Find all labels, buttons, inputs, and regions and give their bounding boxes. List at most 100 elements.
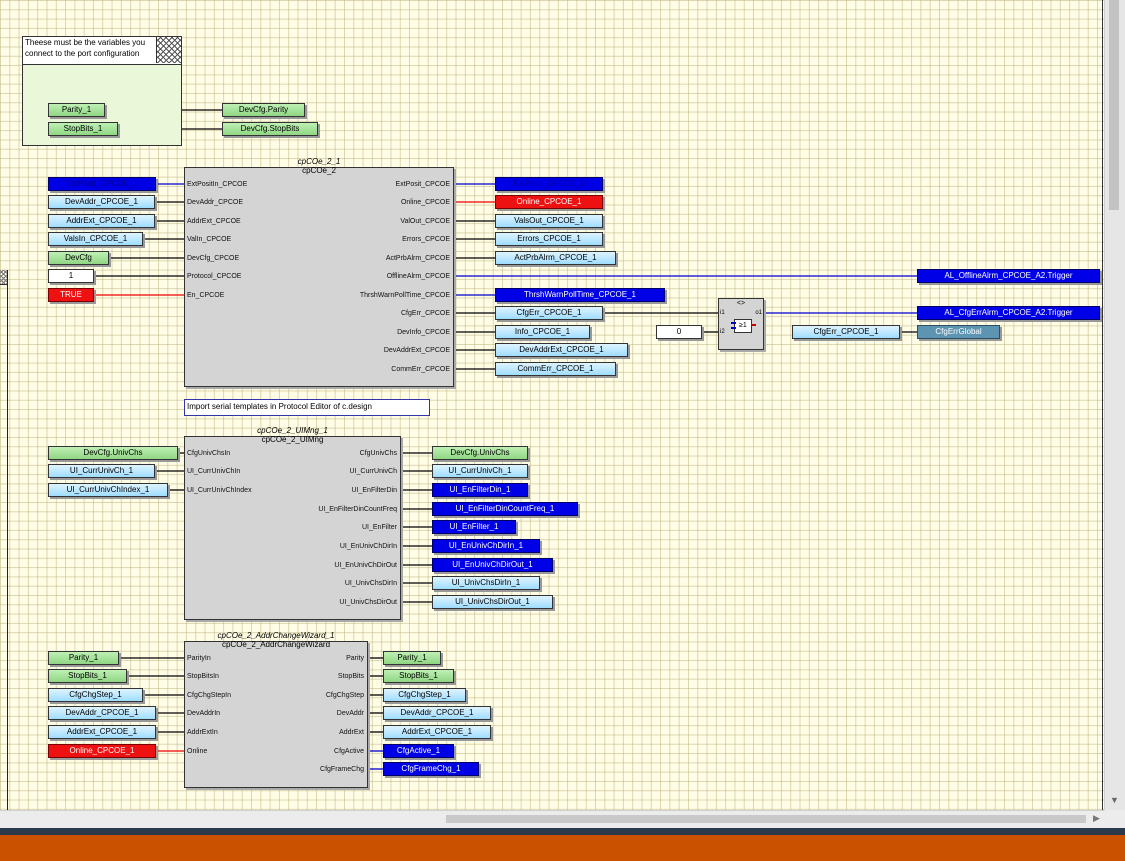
var-stopbits[interactable]: StopBits_1 bbox=[48, 122, 118, 136]
horizontal-scroll-thumb[interactable] bbox=[446, 815, 1086, 823]
pin-out[interactable]: CfgChgStep bbox=[326, 692, 364, 700]
pin-in[interactable]: UI_CurrUnivChIndex bbox=[187, 487, 252, 495]
pin-out[interactable]: CommErr_CPCOE bbox=[391, 366, 450, 374]
pin-in[interactable]: ValIn_CPCOE bbox=[187, 236, 231, 244]
pin-in[interactable]: ExtPositIn_CPCOE bbox=[187, 181, 247, 189]
var-ui-enfilterdincountfreq[interactable]: UI_EnFilterDinCountFreq_1 bbox=[432, 502, 578, 516]
scroll-down-icon[interactable]: ▼ bbox=[1110, 795, 1119, 805]
pin-out[interactable]: UI_CurrUnivCh bbox=[350, 468, 397, 476]
pin-out[interactable]: UI_EnFilter bbox=[362, 524, 397, 532]
var-devcfg-univchs-out[interactable]: DevCfg.UnivChs bbox=[432, 446, 528, 460]
var-ui-enunivchdirout[interactable]: UI_EnUnivChDirOut_1 bbox=[432, 558, 553, 572]
pin-out[interactable]: ExtPosit_CPCOE bbox=[396, 181, 450, 189]
pin-out[interactable]: DevAddr bbox=[337, 710, 364, 718]
var-ui-enfilter[interactable]: UI_EnFilter_1 bbox=[432, 520, 516, 534]
var-online-in[interactable]: Online_CPCOE_1 bbox=[48, 744, 156, 758]
pin-in[interactable]: DevCfg_CPCOE bbox=[187, 255, 239, 263]
pin-in[interactable]: CfgChgStepIn bbox=[187, 692, 231, 700]
pin-out[interactable]: CfgUnivChs bbox=[360, 450, 397, 458]
pin-out[interactable]: StopBits bbox=[338, 673, 364, 681]
pin-out[interactable]: ActPrbAlrm_CPCOE bbox=[386, 255, 450, 263]
var-extposit-in[interactable]: ExtPosit_CPCOE_1 bbox=[48, 177, 156, 191]
var-parity-out[interactable]: Parity_1 bbox=[383, 651, 441, 665]
pin-out[interactable]: UI_EnFilterDin bbox=[351, 487, 397, 495]
pin-out[interactable]: Parity bbox=[346, 655, 364, 663]
var-addrext[interactable]: AddrExt_CPCOE_1 bbox=[48, 214, 155, 228]
pin-in[interactable]: CfgUnivChsIn bbox=[187, 450, 230, 458]
var-cfgerrglobal[interactable]: CfgErrGlobal bbox=[917, 325, 1000, 339]
var-valsin[interactable]: ValsIn_CPCOE_1 bbox=[48, 232, 143, 246]
pin-out[interactable]: ThrshWarnPollTime_CPCOE bbox=[360, 292, 450, 300]
const-zero[interactable]: 0 bbox=[656, 325, 702, 339]
pin-in[interactable]: StopBitsIn bbox=[187, 673, 219, 681]
var-devaddrext[interactable]: DevAddrExt_CPCOE_1 bbox=[495, 343, 628, 357]
var-parity[interactable]: Parity_1 bbox=[48, 103, 105, 117]
var-addrext-in[interactable]: AddrExt_CPCOE_1 bbox=[48, 725, 156, 739]
pin-out[interactable]: Online_CPCOE bbox=[401, 199, 450, 207]
var-cfgerr-2[interactable]: CfgErr_CPCOE_1 bbox=[792, 325, 900, 339]
pin-in[interactable]: i2 bbox=[720, 329, 725, 335]
var-cfgchgstep-out[interactable]: CfgChgStep_1 bbox=[383, 688, 466, 702]
var-online[interactable]: Online_CPCOE_1 bbox=[495, 195, 603, 209]
const-protocol[interactable]: 1 bbox=[48, 269, 94, 283]
pin-out[interactable]: CfgFrameChg bbox=[320, 766, 364, 774]
var-devcfg-univchs-in[interactable]: DevCfg.UnivChs bbox=[48, 446, 178, 460]
pin-out[interactable]: o1 bbox=[755, 310, 762, 316]
var-ui-enfilterdin[interactable]: UI_EnFilterDin_1 bbox=[432, 483, 528, 497]
pin-out[interactable]: CfgErr_CPCOE bbox=[401, 310, 450, 318]
var-addrext-out[interactable]: AddrExt_CPCOE_1 bbox=[383, 725, 491, 739]
diagram-canvas[interactable]: Theese must be the variables you connect… bbox=[0, 0, 1104, 810]
var-ui-univchsdirin[interactable]: UI_UnivChsDirIn_1 bbox=[432, 576, 540, 590]
var-cfgchgstep-in[interactable]: CfgChgStep_1 bbox=[48, 688, 143, 702]
pin-out[interactable]: OfflineAlrm_CPCOE bbox=[387, 273, 450, 281]
var-commerr[interactable]: CommErr_CPCOE_1 bbox=[495, 362, 616, 376]
pin-in[interactable]: i1 bbox=[720, 310, 725, 316]
pin-out[interactable]: AddrExt bbox=[339, 729, 364, 737]
var-thrshwarnpolltime[interactable]: ThrshWarnPollTime_CPCOE_1 bbox=[495, 288, 665, 302]
pin-in[interactable]: ParityIn bbox=[187, 655, 211, 663]
pin-out[interactable]: UI_EnUnivChDirIn bbox=[340, 543, 397, 551]
var-info[interactable]: Info_CPCOE_1 bbox=[495, 325, 590, 339]
pin-out[interactable]: UI_EnUnivChDirOut bbox=[334, 562, 397, 570]
scroll-right-icon[interactable]: ▶ bbox=[1093, 813, 1100, 824]
var-extposit-out[interactable]: ExtPosit_CPCOE_1 bbox=[495, 177, 603, 191]
vertical-scrollbar[interactable]: ▼ bbox=[1104, 0, 1125, 810]
horizontal-scrollbar[interactable]: ▶ bbox=[0, 810, 1104, 828]
var-parity-in[interactable]: Parity_1 bbox=[48, 651, 119, 665]
pin-out[interactable]: DevAddrExt_CPCOE bbox=[384, 347, 450, 355]
var-cfgerr[interactable]: CfgErr_CPCOE_1 bbox=[495, 306, 603, 320]
var-devcfg-stopbits[interactable]: DevCfg.StopBits bbox=[222, 122, 318, 136]
pin-in[interactable]: AddrExtIn bbox=[187, 729, 218, 737]
pin-in[interactable]: UI_CurrUnivChIn bbox=[187, 468, 240, 476]
var-devcfg-parity[interactable]: DevCfg.Parity bbox=[222, 103, 305, 117]
var-actprbalrm[interactable]: ActPrbAlrm_CPCOE_1 bbox=[495, 251, 616, 265]
pin-in[interactable]: Online bbox=[187, 748, 207, 756]
var-cfgframechg[interactable]: CfgFrameChg_1 bbox=[383, 762, 479, 776]
pin-out[interactable]: DevInfo_CPCOE bbox=[397, 329, 450, 337]
var-cfgerralrm-trigger[interactable]: AL_CfgErrAlrm_CPCOE_A2.Trigger bbox=[917, 306, 1100, 320]
var-ui-enunivchdirin[interactable]: UI_EnUnivChDirIn_1 bbox=[432, 539, 540, 553]
var-devaddr-out[interactable]: DevAddr_CPCOE_1 bbox=[383, 706, 491, 720]
pin-out[interactable]: UI_EnFilterDinCountFreq bbox=[318, 506, 397, 514]
uimng-block[interactable]: cpCOe_2_UIMng_1 cpCOe_2_UIMng CfgUnivChs… bbox=[184, 426, 401, 620]
var-offlinealrm-trigger[interactable]: AL_OfflineAlrm_CPCOE_A2.Trigger bbox=[917, 269, 1100, 283]
var-ui-univchsdirout[interactable]: UI_UnivChsDirOut_1 bbox=[432, 595, 553, 609]
var-devaddr[interactable]: DevAddr_CPCOE_1 bbox=[48, 195, 155, 209]
var-ui-currunivchindex[interactable]: UI_CurrUnivChIndex_1 bbox=[48, 483, 168, 497]
or-function-block[interactable]: <> i1 i2 o1 ≥1 bbox=[718, 298, 764, 350]
var-ui-currunivch-in[interactable]: UI_CurrUnivCh_1 bbox=[48, 464, 155, 478]
var-errors[interactable]: Errors_CPCOE_1 bbox=[495, 232, 603, 246]
vertical-scroll-thumb[interactable] bbox=[1109, 0, 1119, 210]
pin-out[interactable]: Errors_CPCOE bbox=[402, 236, 450, 244]
var-valsout[interactable]: ValsOut_CPCOE_1 bbox=[495, 214, 603, 228]
var-devcfg[interactable]: DevCfg bbox=[48, 251, 109, 265]
pin-in[interactable]: DevAddr_CPCOE bbox=[187, 199, 243, 207]
pin-in[interactable]: DevAddrIn bbox=[187, 710, 220, 718]
var-ui-currunivch-out[interactable]: UI_CurrUnivCh_1 bbox=[432, 464, 528, 478]
pin-out[interactable]: UI_UnivChsDirOut bbox=[339, 599, 397, 607]
const-true[interactable]: TRUE bbox=[48, 288, 94, 302]
pin-in[interactable]: AddrExt_CPCOE bbox=[187, 218, 241, 226]
pin-out[interactable]: CfgActive bbox=[334, 748, 364, 756]
pin-out[interactable]: UI_UnivChsDirIn bbox=[345, 580, 397, 588]
note-box[interactable]: Import serial templates in Protocol Edit… bbox=[184, 399, 430, 416]
